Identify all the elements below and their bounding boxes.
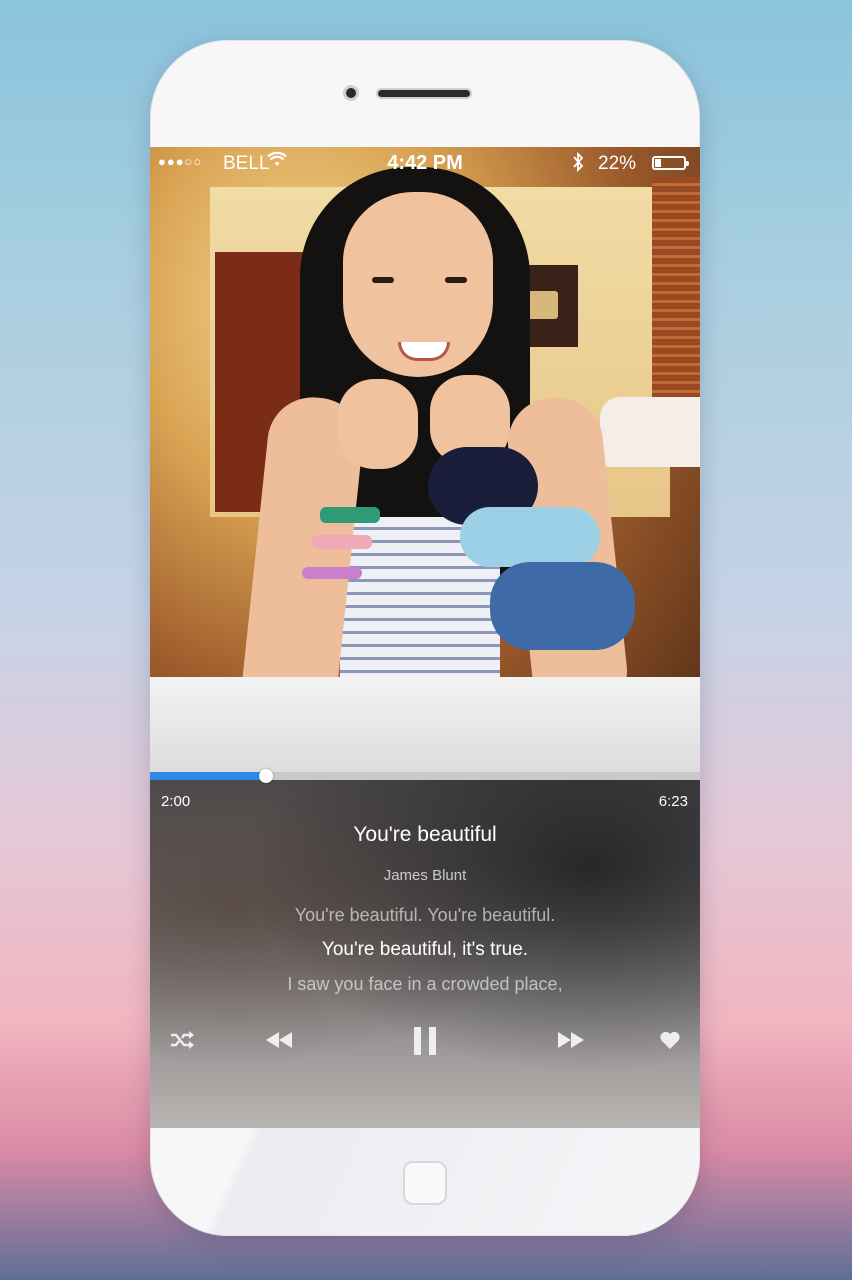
elapsed-time: 2:00	[161, 793, 191, 810]
shuffle-icon[interactable]	[168, 1028, 196, 1052]
earpiece-speaker	[376, 88, 472, 99]
front-camera	[343, 85, 359, 101]
phone-screen: ●●●○○ BELL 4:42 PM 22% 2:00 6:23 You're …	[150, 147, 700, 1128]
bluetooth-icon	[572, 151, 584, 177]
playback-progress-bar[interactable]	[150, 769, 700, 783]
artist-name: James Blunt	[383, 867, 467, 884]
progress-fill	[150, 772, 266, 780]
pause-icon[interactable]	[408, 1023, 442, 1059]
lyric-line-current: You're beautiful, it's true.	[321, 939, 529, 960]
home-button[interactable]	[403, 1161, 447, 1205]
album-art-photo	[150, 147, 700, 775]
battery-percentage: 22%	[598, 153, 637, 174]
rewind-icon[interactable]	[262, 1028, 296, 1052]
song-title: You're beautiful	[353, 823, 497, 846]
lyric-line-next: I saw you face in a crowded place,	[287, 974, 563, 994]
player-panel: 2:00 6:23 You're beautiful James Blunt Y…	[150, 780, 700, 1128]
fast-forward-icon[interactable]	[554, 1028, 588, 1052]
battery-icon	[652, 156, 689, 170]
status-bar: ●●●○○ BELL 4:42 PM 22%	[150, 147, 700, 181]
total-duration: 6:23	[658, 793, 688, 810]
heart-icon[interactable]	[656, 1028, 684, 1052]
lyric-line-previous: You're beautiful. You're beautiful.	[294, 905, 556, 925]
progress-scrubber[interactable]	[258, 769, 273, 783]
